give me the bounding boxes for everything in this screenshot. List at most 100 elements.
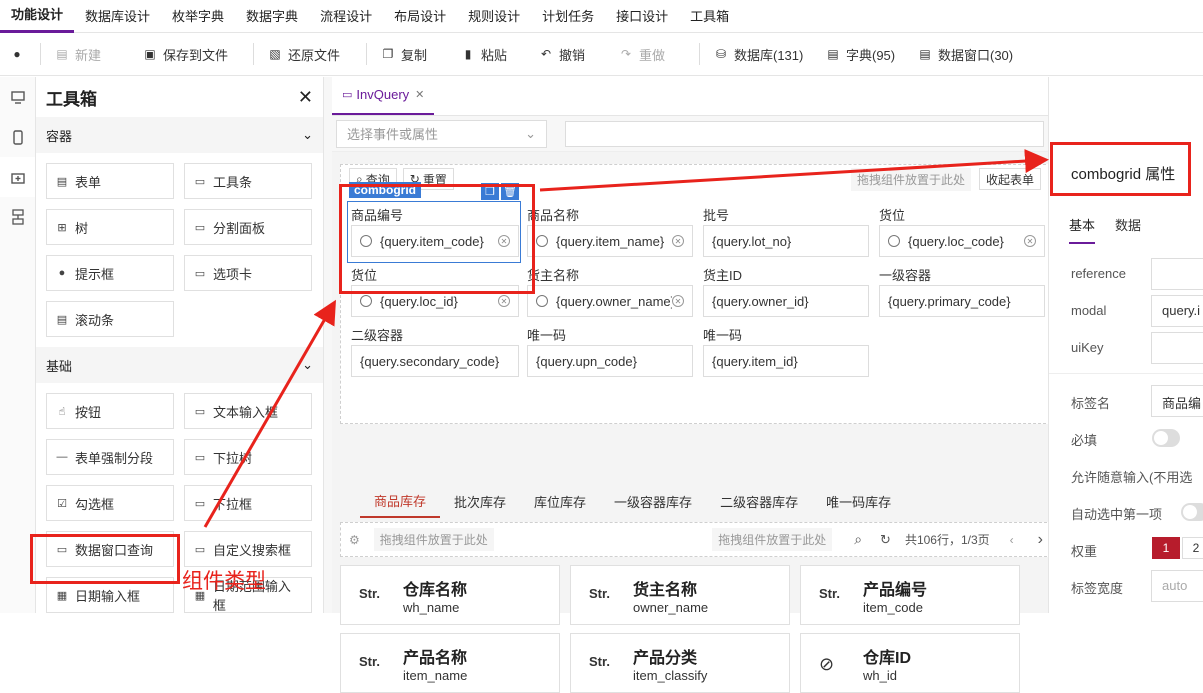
- menu-database-design[interactable]: 数据库设计: [74, 0, 161, 33]
- tab-item-stock[interactable]: 商品库存: [360, 484, 441, 518]
- tab-unique-code-stock[interactable]: 唯一码库存: [812, 484, 905, 518]
- undo-button[interactable]: ↶ 撤销: [529, 33, 609, 76]
- new-button[interactable]: ▤ 新建: [45, 33, 133, 76]
- toolbox-item-checkbox[interactable]: ☑ 勾选框: [46, 485, 174, 521]
- clear-icon[interactable]: ✕: [672, 295, 684, 307]
- column-card[interactable]: Str. 产品名称 item_name: [340, 633, 560, 693]
- toolbox-item-tooltip[interactable]: ● 提示框: [46, 255, 174, 291]
- column-card[interactable]: Str. 仓库名称 wh_name: [340, 565, 560, 625]
- grid-toolbar: ⚙ 拖拽组件放置于此处 拖拽组件放置于此处 ⌕ ↻ 共106行，1/3页 ‹ ›: [340, 522, 1052, 557]
- toolbox-item-dropdown[interactable]: ▭ 下拉框: [184, 485, 312, 521]
- column-card[interactable]: Str. 产品编号 item_code: [800, 565, 1020, 625]
- toolbox-item-dropdown-tree[interactable]: ▭ 下拉树: [184, 439, 312, 475]
- tab-lot-stock[interactable]: 批次库存: [440, 484, 520, 518]
- toolbox-item-toolbar[interactable]: ▭ 工具条: [184, 163, 312, 199]
- toolbox-item-split-panel[interactable]: ▭ 分割面板: [184, 209, 312, 245]
- clear-icon[interactable]: ✕: [498, 295, 510, 307]
- toolbox-item-form[interactable]: ▤ 表单: [46, 163, 174, 199]
- refresh-icon[interactable]: ↻: [880, 532, 891, 548]
- menu-api-design[interactable]: 接口设计: [605, 0, 679, 33]
- toolbox-item-form-section[interactable]: — 表单强制分段: [46, 439, 174, 475]
- string-type-icon: Str.: [589, 654, 610, 669]
- toolbox-item-custom-search[interactable]: ▭ 自定义搜索框: [184, 531, 312, 567]
- property-panel-title: combogrid 属性: [1071, 166, 1176, 183]
- upn-code-input[interactable]: {query.upn_code}: [527, 345, 693, 377]
- tab-primary-container-stock[interactable]: 一级容器库存: [600, 484, 706, 518]
- event-select[interactable]: 选择事件或属性 ⌄: [336, 119, 547, 148]
- menu-scheduled-tasks[interactable]: 计划任务: [531, 0, 605, 33]
- copy-button[interactable]: ❐ 复制: [371, 33, 451, 76]
- restore-file-button[interactable]: ▧ 还原文件: [258, 33, 362, 76]
- toolbox-item-scrollbar[interactable]: ▤ 滚动条: [46, 301, 174, 337]
- item-id-input[interactable]: {query.item_id}: [703, 345, 869, 377]
- tree-icon[interactable]: [0, 197, 35, 237]
- toolbox-item-text-input[interactable]: ▭ 文本输入框: [184, 393, 312, 429]
- item-name-input[interactable]: {query.item_name} ✕: [527, 225, 693, 257]
- gear-icon[interactable]: ⚙: [349, 533, 360, 547]
- menu-flow-design[interactable]: 流程设计: [309, 0, 383, 33]
- lot-no-input[interactable]: {query.lot_no}: [703, 225, 869, 257]
- tab-location-stock[interactable]: 库位库存: [520, 484, 600, 518]
- tab-invquery[interactable]: ▭ InvQuery ✕: [332, 76, 435, 115]
- reference-input[interactable]: [1151, 258, 1203, 290]
- modal-input[interactable]: query.i: [1151, 295, 1203, 327]
- label-width-input[interactable]: auto: [1151, 570, 1203, 602]
- uikey-input[interactable]: [1151, 332, 1203, 364]
- required-toggle[interactable]: [1152, 429, 1180, 447]
- data-window-button[interactable]: ▤ 数据窗口(30): [908, 33, 1023, 76]
- column-title: 产品分类: [633, 650, 698, 667]
- chevron-left-icon[interactable]: ‹: [1010, 533, 1014, 547]
- close-icon[interactable]: ✕: [298, 87, 313, 108]
- auto-select-label: 自动选中第一项: [1071, 507, 1163, 522]
- paste-button[interactable]: ▮ 粘贴: [451, 33, 529, 76]
- toolbox-item-button[interactable]: ☝ 按钮: [46, 393, 174, 429]
- section-container[interactable]: 容器 ⌄: [36, 117, 323, 153]
- search-icon[interactable]: ⌕: [854, 531, 862, 548]
- mobile-icon[interactable]: [0, 117, 35, 157]
- column-card[interactable]: Str. 货主名称 owner_name: [570, 565, 790, 625]
- owner-name-input[interactable]: {query.owner_name} ✕: [527, 285, 693, 317]
- menu-function-design[interactable]: 功能设计: [0, 0, 75, 33]
- info-button[interactable]: ●: [0, 33, 36, 76]
- section-basic[interactable]: 基础 ⌄: [36, 347, 323, 383]
- toolbox-title: 工具箱: [46, 89, 97, 109]
- redo-button[interactable]: ↷ 重做: [609, 33, 695, 76]
- item-label: 文本输入框: [213, 404, 279, 420]
- weight-option-2[interactable]: 2: [1182, 537, 1203, 559]
- tab-basic[interactable]: 基本: [1069, 213, 1096, 244]
- menu-toolbox[interactable]: 工具箱: [679, 0, 740, 33]
- clear-icon[interactable]: ✕: [1024, 235, 1036, 247]
- auto-select-toggle[interactable]: [1181, 503, 1203, 521]
- components-icon[interactable]: [0, 157, 35, 197]
- owner-id-input[interactable]: {query.owner_id}: [703, 285, 869, 317]
- collapse-form-button[interactable]: 收起表单: [978, 168, 1041, 190]
- database-button[interactable]: ⛁ 数据库(131): [704, 33, 816, 76]
- column-card[interactable]: Str. 产品分类 item_classify: [570, 633, 790, 693]
- toolbox-item-tree[interactable]: ⊞ 树: [46, 209, 174, 245]
- secondary-code-input[interactable]: {query.secondary_code}: [351, 345, 519, 377]
- save-file-button[interactable]: ▣ 保存到文件: [133, 33, 249, 76]
- event-input[interactable]: [565, 120, 1044, 147]
- menu-layout-design[interactable]: 布局设计: [383, 0, 457, 33]
- loc-code-input[interactable]: {query.loc_code} ✕: [879, 225, 1045, 257]
- weight-option-1[interactable]: 1: [1152, 537, 1180, 559]
- chevron-right-icon[interactable]: ›: [1038, 531, 1043, 549]
- section-container-label: 容器: [46, 128, 73, 144]
- tab-data[interactable]: 数据: [1107, 213, 1149, 244]
- event-placeholder: 选择事件或属性: [347, 127, 439, 142]
- menu-enum-dict[interactable]: 枚举字典: [161, 0, 235, 33]
- label-name-input[interactable]: 商品编: [1151, 385, 1203, 417]
- desktop-icon[interactable]: [0, 77, 35, 117]
- primary-code-input[interactable]: {query.primary_code}: [879, 285, 1045, 317]
- column-card[interactable]: ⊘ 仓库ID wh_id: [800, 633, 1020, 693]
- dict-button[interactable]: ▤ 字典(95): [816, 33, 908, 76]
- chevron-down-icon: ⌄: [302, 357, 313, 372]
- tab-secondary-container-stock[interactable]: 二级容器库存: [706, 484, 812, 518]
- clear-icon[interactable]: ✕: [672, 235, 684, 247]
- label-name-label: 标签名: [1071, 396, 1111, 411]
- menu-rule-design[interactable]: 规则设计: [457, 0, 531, 33]
- menu-data-dict[interactable]: 数据字典: [235, 0, 309, 33]
- close-icon[interactable]: ✕: [415, 88, 424, 101]
- toolbox-item-tabs[interactable]: ▭ 选项卡: [184, 255, 312, 291]
- panel-splitter[interactable]: [324, 77, 332, 613]
